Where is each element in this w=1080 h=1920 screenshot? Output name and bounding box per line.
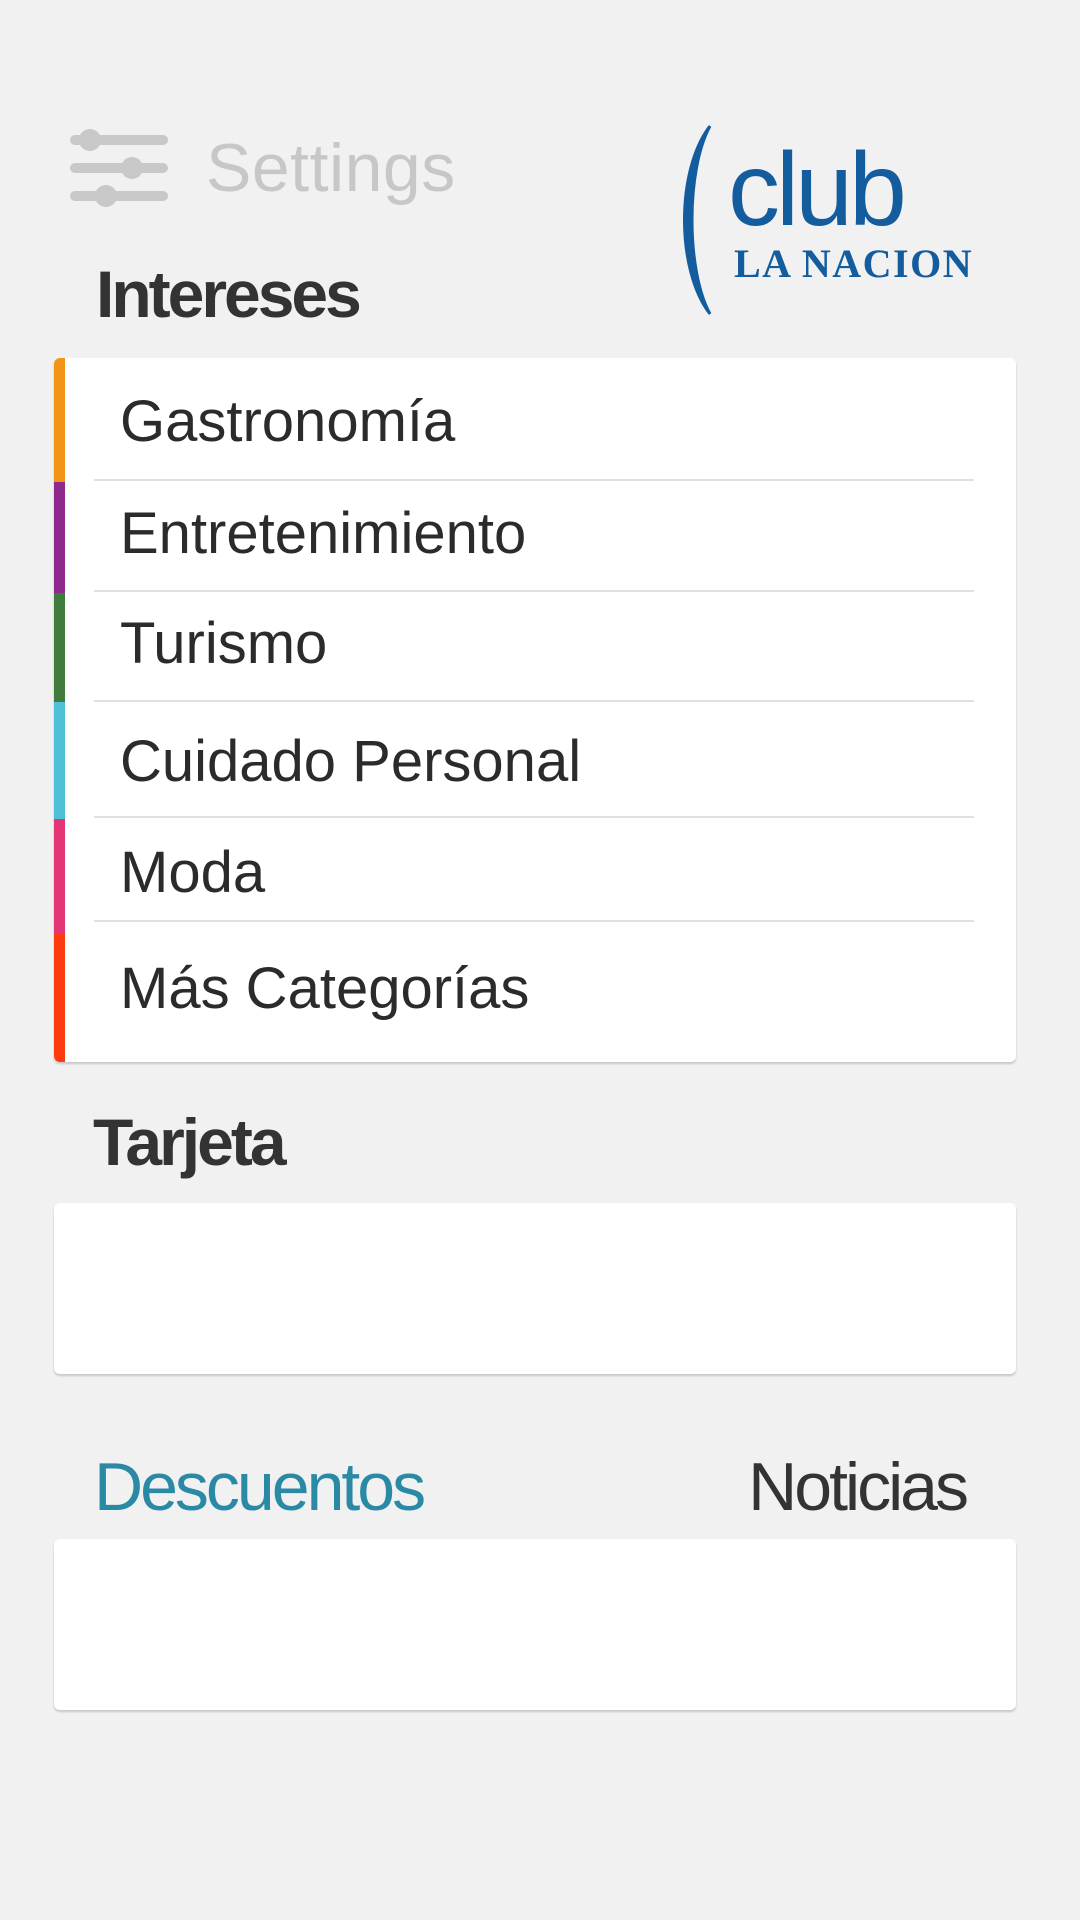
category-color-bar: [54, 358, 65, 482]
tab-descuentos[interactable]: Descuentos: [94, 1448, 426, 1526]
card-panel[interactable]: [54, 1203, 1016, 1374]
interest-label: Moda: [120, 840, 266, 905]
interest-item-gastronomia[interactable]: Gastronomía: [54, 358, 1016, 482]
divider: [94, 920, 974, 922]
interest-label: Gastronomía: [120, 389, 456, 454]
category-color-bar: [54, 702, 65, 819]
logo-parenthesis: [683, 125, 712, 315]
divider: [94, 479, 974, 481]
interest-label: Entretenimiento: [120, 501, 527, 566]
card-title: Tarjeta: [93, 1105, 287, 1179]
interests-list: Gastronomía Entretenimiento Turismo Cuid…: [54, 358, 1016, 1062]
interests-title: Intereses: [96, 257, 362, 331]
tab-content-panel: [54, 1539, 1016, 1710]
tab-noticias[interactable]: Noticias: [748, 1448, 969, 1526]
interest-label: Turismo: [120, 611, 328, 676]
interest-label: Más Categorías: [120, 956, 530, 1021]
divider: [94, 816, 974, 818]
interest-item-moda[interactable]: Moda: [54, 819, 1016, 934]
settings-label: Settings: [206, 130, 456, 206]
logo-la-nacion-text: LA NACION: [734, 241, 974, 286]
interest-label: Cuidado Personal: [120, 729, 582, 794]
club-la-nacion-logo: club LA NACION: [672, 120, 1012, 320]
category-color-bar: [54, 934, 65, 1062]
interest-item-turismo[interactable]: Turismo: [54, 593, 1016, 702]
settings-button[interactable]: Settings: [70, 126, 456, 210]
logo-club-text: club: [728, 132, 907, 248]
divider: [94, 590, 974, 592]
category-color-bar: [54, 593, 65, 702]
tab-bar: Descuentos Noticias: [0, 1448, 1080, 1538]
interest-item-mas-categorias[interactable]: Más Categorías: [54, 934, 1016, 1062]
interest-item-cuidado-personal[interactable]: Cuidado Personal: [54, 702, 1016, 819]
sliders-icon: [70, 129, 168, 207]
interest-item-entretenimiento[interactable]: Entretenimiento: [54, 482, 1016, 593]
category-color-bar: [54, 819, 65, 934]
category-color-bar: [54, 482, 65, 593]
